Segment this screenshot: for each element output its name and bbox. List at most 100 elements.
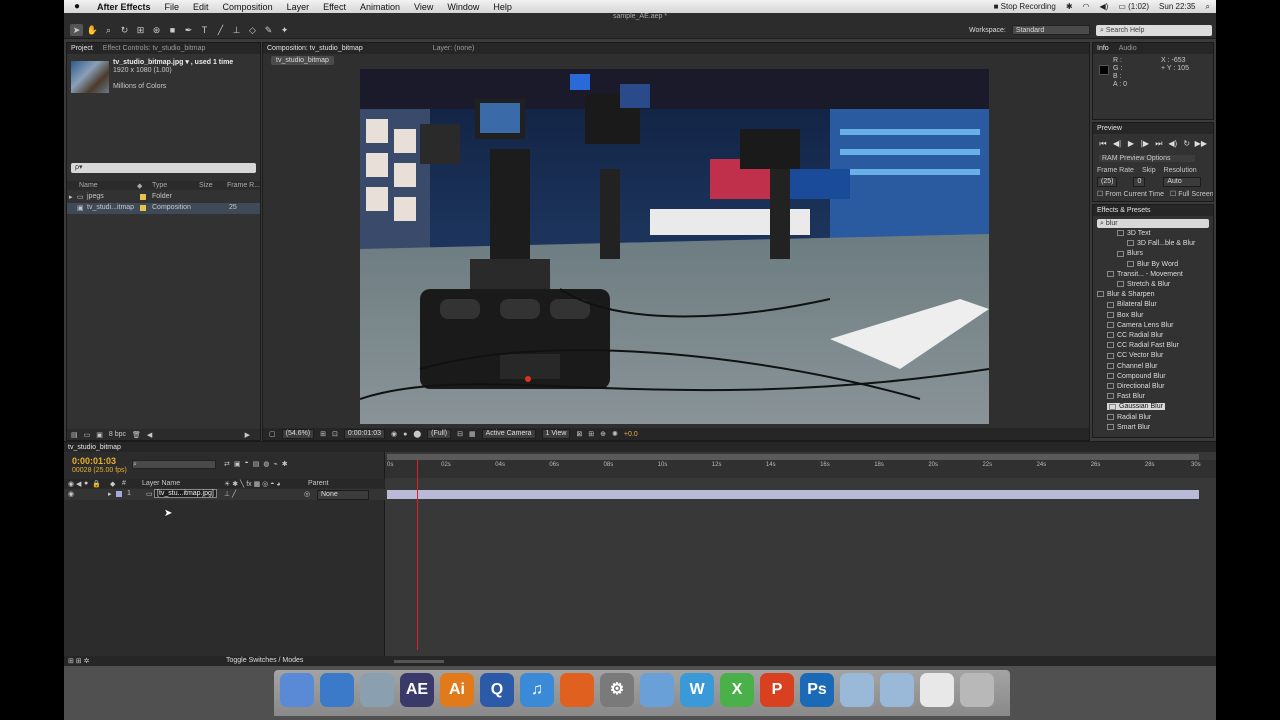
next-frame-icon[interactable]: |▶	[1139, 139, 1151, 148]
audio-column-icon[interactable]: ◀	[76, 480, 81, 488]
new-composition-icon[interactable]: ▣	[96, 431, 103, 439]
camera-tool-icon[interactable]: ⊞	[134, 24, 147, 36]
bit-depth-button[interactable]: 8 bpc	[109, 431, 126, 438]
label-icon[interactable]: ◆	[137, 182, 142, 190]
frame-rate-select[interactable]: (25)	[1097, 177, 1118, 187]
effect-item[interactable]: CC Radial Fast Blur	[1107, 342, 1179, 349]
trash-icon[interactable]	[960, 673, 994, 707]
battery-status[interactable]: ▭ (1:02)	[1118, 2, 1149, 11]
effect-item[interactable]: Blur By Word	[1127, 261, 1178, 268]
col-size[interactable]: Size	[199, 182, 213, 189]
effect-item[interactable]: CC Radial Blur	[1107, 332, 1163, 339]
parent-pick-whip-icon[interactable]: ◎	[304, 490, 310, 498]
comp-mini-flowchart-icon[interactable]: ⇄	[224, 460, 230, 468]
col-type[interactable]: Type	[152, 182, 167, 189]
puppet-tool-icon[interactable]: ✦	[278, 24, 291, 36]
clock[interactable]: Sun 22:35	[1159, 2, 1195, 11]
hand-tool-icon[interactable]: ✋	[86, 24, 99, 36]
effect-item[interactable]: CC Vector Blur	[1107, 352, 1163, 359]
shy-icon[interactable]: ◓	[245, 460, 249, 468]
apple-icon[interactable]: ●	[64, 1, 90, 12]
loop-icon[interactable]: ↻	[1181, 139, 1193, 148]
illustrator-icon[interactable]: Ai	[440, 673, 474, 707]
expand-panes-icon[interactable]: ⊞ ⊞ ✲	[68, 657, 90, 665]
safari-icon[interactable]	[320, 673, 354, 707]
layer-duration-bar[interactable]	[387, 490, 1199, 499]
effect-item[interactable]: Fast Blur	[1107, 393, 1145, 400]
number-column[interactable]: #	[122, 480, 126, 487]
new-folder-icon[interactable]: ▭	[84, 431, 91, 439]
effects-search-input[interactable]: ⌕ blur	[1097, 219, 1209, 228]
bluetooth-icon[interactable]: ✱	[1066, 2, 1073, 11]
menu-effect[interactable]: Effect	[316, 2, 353, 12]
search-help-input[interactable]: ⌕ Search Help	[1096, 25, 1212, 36]
label-swatch[interactable]	[140, 194, 146, 200]
project-row[interactable]: ▸ ▭ jpegs Folder	[67, 192, 260, 203]
layer-name-column[interactable]: Layer Name	[142, 480, 180, 487]
menu-file[interactable]: File	[158, 2, 187, 12]
pan-behind-tool-icon[interactable]: ⊛	[150, 24, 163, 36]
play-icon[interactable]: ▶	[1125, 139, 1137, 148]
label-column-icon[interactable]: ◆	[110, 480, 115, 488]
composition-name-label[interactable]: tv_studio_bitmap	[271, 56, 334, 65]
magnification-select[interactable]: (54.6%)	[281, 429, 315, 439]
col-name[interactable]: Name	[79, 182, 98, 189]
trash-icon[interactable]: 🗑	[132, 431, 141, 439]
layer-label-swatch[interactable]	[116, 491, 122, 497]
tab-timeline-comp[interactable]: tv_studio_bitmap	[68, 444, 121, 451]
effect-item[interactable]: Bilateral Blur	[1107, 301, 1157, 308]
effect-item[interactable]: Channel Blur	[1107, 363, 1157, 370]
ram-preview-icon[interactable]: ▶▶	[1195, 139, 1207, 148]
system-preferences-icon[interactable]: ⚙	[600, 673, 634, 707]
effect-item[interactable]: Transit... - Movement	[1107, 271, 1183, 278]
expand-layer-icon[interactable]: ▸	[108, 490, 112, 498]
project-row[interactable]: ▣ tv_studi...itmap Composition 25	[67, 203, 260, 214]
tab-info[interactable]: Info	[1097, 45, 1109, 52]
firefox-icon[interactable]	[560, 673, 594, 707]
show-channel-icon[interactable]: ●	[403, 431, 407, 438]
solo-column-icon[interactable]: ●	[84, 480, 88, 487]
first-frame-icon[interactable]: ⏮	[1097, 139, 1109, 149]
document-icon[interactable]	[920, 673, 954, 707]
visibility-icon[interactable]: ◉	[68, 490, 74, 498]
parent-select[interactable]: None	[317, 490, 369, 500]
scroll-left-icon[interactable]: ◀	[147, 431, 152, 439]
draft-3d-icon[interactable]: ▣	[234, 460, 241, 468]
from-current-time-checkbox[interactable]: ☐ From Current Time	[1097, 190, 1164, 198]
pen-tool-icon[interactable]: ✒	[182, 24, 195, 36]
effect-item[interactable]: Radial Blur	[1107, 414, 1151, 421]
preview-icon[interactable]	[360, 673, 394, 707]
powerpoint-icon[interactable]: P	[760, 673, 794, 707]
workspace-select[interactable]: Standard	[1011, 25, 1090, 35]
scroll-right-icon[interactable]: ▶	[245, 431, 250, 439]
graph-editor-icon[interactable]: ⌁	[273, 460, 277, 468]
always-preview-icon[interactable]: ▢	[269, 430, 276, 438]
tab-effect-controls[interactable]: Effect Controls: tv_studio_bitmap	[103, 45, 206, 52]
zoom-tool-icon[interactable]: ⌕	[102, 24, 115, 36]
snapshot-icon[interactable]: ◉	[391, 430, 397, 438]
effect-item[interactable]: Box Blur	[1107, 312, 1143, 319]
interpret-footage-icon[interactable]: ▤	[71, 431, 78, 439]
mail-icon[interactable]	[640, 673, 674, 707]
menu-help[interactable]: Help	[486, 2, 519, 12]
frame-blending-icon[interactable]: ▤	[253, 460, 260, 468]
lock-column-icon[interactable]: 🔒	[92, 480, 101, 488]
tab-preview[interactable]: Preview	[1097, 125, 1122, 132]
col-frame-rate[interactable]: Frame R...	[227, 182, 260, 189]
toggle-switches-modes-button[interactable]: Toggle Switches / Modes	[226, 657, 303, 664]
brainstorm-icon[interactable]: ✱	[282, 460, 288, 468]
label-swatch[interactable]	[140, 205, 146, 211]
excel-icon[interactable]: X	[720, 673, 754, 707]
quicktime-icon[interactable]: Q	[480, 673, 514, 707]
disclosure-icon[interactable]: ▸	[69, 193, 73, 201]
timeline-timecode[interactable]: 0:00:01:03	[72, 456, 116, 466]
resolution-select[interactable]: (Full)	[427, 429, 452, 439]
effect-item[interactable]: Blur & Sharpen	[1097, 291, 1154, 298]
clone-stamp-tool-icon[interactable]: ⊥	[230, 24, 243, 36]
menu-composition[interactable]: Composition	[216, 2, 280, 12]
time-ruler[interactable]: 0s 02s 04s 06s 08s 10s 12s 14s 16s 18s 20s 22s 24s 26…	[385, 460, 1216, 478]
mute-icon[interactable]: ◀)	[1167, 139, 1179, 148]
exposure-value[interactable]: +0.0	[624, 431, 638, 438]
menu-view[interactable]: View	[407, 2, 440, 12]
resolution-select[interactable]: Auto	[1163, 177, 1202, 187]
